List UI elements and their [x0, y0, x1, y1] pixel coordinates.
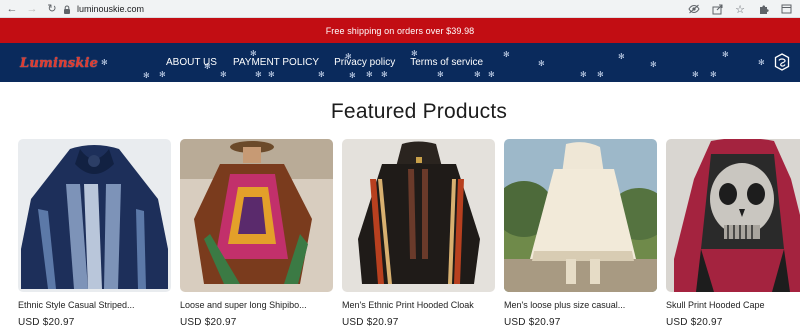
snowflake-icon: ✻	[618, 52, 625, 61]
star-icon[interactable]: ☆	[732, 1, 748, 17]
product-image[interactable]	[666, 139, 800, 292]
main-nav: ABOUT US PAYMENT POLICY Privacy policy T…	[166, 57, 483, 68]
product-name[interactable]: Men's loose plus size casual...	[504, 300, 657, 310]
product-image[interactable]	[180, 139, 333, 292]
extensions-icon[interactable]	[755, 1, 771, 17]
snowflake-icon: ✻	[580, 70, 587, 79]
share-icon[interactable]	[709, 1, 725, 17]
nav-terms-of-service[interactable]: Terms of service	[410, 57, 483, 68]
nav-about-us[interactable]: ABOUT US	[166, 57, 217, 68]
snowflake-icon: ✻	[101, 58, 108, 67]
product-image[interactable]	[504, 139, 657, 292]
snowflake-icon: ✻	[503, 50, 510, 59]
section-title: Featured Products	[330, 100, 508, 123]
site-logo[interactable]: Luminskie	[20, 56, 98, 71]
snowflake-icon: ✻	[488, 70, 495, 79]
url-text[interactable]: luminouskie.com	[77, 4, 144, 14]
announcement-text: Free shipping on orders over $39.98	[325, 25, 475, 36]
product-name[interactable]: Men's Ethnic Print Hooded Cloak	[342, 300, 495, 310]
snowflake-icon: ✻	[366, 70, 373, 79]
snowflake-icon: ✻	[255, 70, 262, 79]
snowflake-icon: ✻	[349, 71, 356, 80]
snowflake-icon: ✻	[692, 70, 699, 79]
product-price: USD $20.97	[18, 317, 75, 328]
product-card[interactable]: Men's loose plus size casual... USD $20.…	[504, 139, 657, 328]
nav-payment-policy[interactable]: PAYMENT POLICY	[233, 57, 319, 68]
product-price: USD $20.97	[504, 317, 561, 328]
snowflake-icon: ✻	[437, 70, 444, 79]
product-grid: Ethnic Style Casual Striped... USD $20.9…	[18, 139, 800, 332]
product-price: USD $20.97	[342, 317, 399, 328]
product-card[interactable]: Skull Print Hooded Cape USD $20.97	[666, 139, 800, 328]
product-price: USD $20.97	[180, 317, 237, 328]
product-price: USD $20.97	[666, 317, 723, 328]
snowflake-icon: ✻	[381, 70, 388, 79]
lock-icon[interactable]	[62, 4, 72, 14]
product-name[interactable]: Loose and super long Shipibo...	[180, 300, 333, 310]
forward-icon[interactable]: →	[24, 1, 40, 17]
product-card[interactable]: Men's Ethnic Print Hooded Cloak USD $20.…	[342, 139, 495, 328]
snowflake-icon: ✻	[220, 70, 227, 79]
snowflake-icon: ✻	[268, 70, 275, 79]
site-header: ✻ ✻ ✻ ✻ ✻ ✻ ✻ ✻ ✻ ✻ ✻ ✻ ✻ ✻ ✻ ✻ ✻ ✻ ✻ ✻ …	[0, 43, 800, 82]
snowflake-icon: ✻	[538, 59, 545, 68]
snowflake-icon: ✻	[722, 50, 729, 59]
brand-badge-icon[interactable]	[774, 53, 790, 71]
address-bar[interactable]: luminouskie.com	[58, 2, 718, 16]
eye-off-icon[interactable]	[686, 1, 702, 17]
product-card[interactable]: Loose and super long Shipibo... USD $20.…	[180, 139, 333, 328]
product-image[interactable]	[18, 139, 171, 292]
announcement-bar: Free shipping on orders over $39.98	[0, 18, 800, 43]
product-name[interactable]: Ethnic Style Casual Striped...	[18, 300, 171, 310]
snowflake-icon: ✻	[159, 70, 166, 79]
snowflake-icon: ✻	[143, 71, 150, 80]
tab-icon[interactable]	[778, 1, 794, 17]
snowflake-icon: ✻	[710, 70, 717, 79]
back-icon[interactable]: ←	[4, 1, 20, 17]
snowflake-icon: ✻	[758, 58, 765, 67]
browser-toolbar: ← → ↻ luminouskie.com ☆	[0, 0, 800, 18]
snowflake-icon: ✻	[650, 60, 657, 69]
snowflake-icon: ✻	[597, 70, 604, 79]
product-card[interactable]: Ethnic Style Casual Striped... USD $20.9…	[18, 139, 171, 328]
product-image[interactable]	[342, 139, 495, 292]
snowflake-icon: ✻	[318, 70, 325, 79]
snowflake-icon: ✻	[474, 70, 481, 79]
nav-privacy-policy[interactable]: Privacy policy	[334, 57, 395, 68]
product-name[interactable]: Skull Print Hooded Cape	[666, 300, 800, 310]
